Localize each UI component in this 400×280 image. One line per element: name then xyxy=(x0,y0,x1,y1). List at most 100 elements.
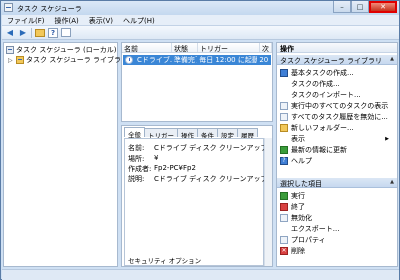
tab-history[interactable]: 履歴 xyxy=(237,128,258,140)
close-button[interactable]: ✕ xyxy=(369,1,397,13)
menu-bar: ファイル(F) 操作(A) 表示(V) ヘルプ(H) xyxy=(2,15,399,26)
action-display-running[interactable]: 実行中のすべてのタスクの表示 xyxy=(280,100,388,111)
action-label: 無効化 xyxy=(291,213,312,222)
blank-icon xyxy=(280,91,288,99)
action-label: タスクの作成... xyxy=(291,79,340,88)
action-delete[interactable]: ✕ 削除 xyxy=(280,245,305,256)
task-list-header: 名前 状態 トリガー 次 xyxy=(122,43,272,53)
action-run[interactable]: 実行 xyxy=(280,190,305,201)
table-row[interactable]: Cドライブ... 準備完了 毎日 12:00 に起動 20 xyxy=(123,55,271,65)
field-value: Fp2-PC¥Fp2 xyxy=(154,164,196,172)
column-name[interactable]: 名前 xyxy=(122,43,172,52)
back-arrow-icon[interactable]: ◀ xyxy=(5,28,15,38)
field-label: 説明: xyxy=(128,175,145,183)
field-value[interactable]: Cドライブ ディスク クリーンアップ xyxy=(154,174,268,184)
task-name: Cドライブ... xyxy=(137,56,172,64)
field-name: 名前: Cドライブ ディスク クリーンアップ xyxy=(128,143,268,153)
action-disable[interactable]: 無効化 xyxy=(280,212,312,223)
task-status: 準備完了 xyxy=(173,56,197,64)
action-disable-history[interactable]: すべてのタスク履歴を無効に... xyxy=(280,111,388,122)
status-bar xyxy=(2,269,399,280)
action-label: タスクのインポート... xyxy=(291,90,361,99)
new-folder-icon xyxy=(280,123,288,132)
action-view[interactable]: 表示 ▶ xyxy=(280,133,395,144)
action-label: 実行中のすべてのタスクの表示 xyxy=(291,101,389,110)
details-tabs: 全般 トリガー 操作 条件 設定 履歴 xyxy=(124,127,258,140)
refresh-icon xyxy=(280,145,288,154)
blank-icon xyxy=(280,135,288,143)
tree-root-label: タスク スケジューラ (ローカル) xyxy=(16,46,117,54)
field-value: ¥ xyxy=(154,154,159,162)
forward-arrow-icon[interactable]: ▶ xyxy=(18,28,28,38)
action-label: 新しいフォルダー... xyxy=(291,123,354,132)
menu-action[interactable]: 操作(A) xyxy=(50,15,84,25)
folder-icon xyxy=(16,56,24,64)
general-tab-body: 名前: Cドライブ ディスク クリーンアップ 場所: ¥ 作成者: Fp2-PC… xyxy=(124,138,268,266)
tree-library-label: タスク スケジューラ ライブラリ xyxy=(26,56,128,64)
maximize-button[interactable]: □ xyxy=(351,1,369,13)
action-export[interactable]: エクスポート... xyxy=(280,223,339,234)
window-controls: – □ ✕ xyxy=(333,1,397,13)
column-trigger[interactable]: トリガー xyxy=(198,43,260,52)
action-refresh[interactable]: 最新の情報に更新 xyxy=(280,144,347,155)
column-status[interactable]: 状態 xyxy=(172,43,198,52)
action-label: 表示 xyxy=(291,134,305,143)
field-label: 作成者: xyxy=(128,165,152,173)
toolbar: ◀ ▶ ? xyxy=(2,26,399,40)
section-selected-header[interactable]: 選択した項目 xyxy=(277,178,397,188)
tab-settings[interactable]: 設定 xyxy=(217,128,238,140)
actions-pane: 操作 タスク スケジューラ ライブラリ 基本タスクの作成... タスクの作成..… xyxy=(276,42,398,267)
menu-help[interactable]: ヘルプ(H) xyxy=(118,15,160,25)
action-properties[interactable]: プロパティ xyxy=(280,234,326,245)
minimize-button[interactable]: – xyxy=(333,1,351,13)
details-scrollbar[interactable] xyxy=(264,138,272,266)
task-scheduler-window: タスク スケジューラ – □ ✕ ファイル(F) 操作(A) 表示(V) ヘルプ… xyxy=(0,0,400,280)
section-library-header[interactable]: タスク スケジューラ ライブラリ xyxy=(277,55,397,65)
field-label: 名前: xyxy=(128,144,145,152)
field-value[interactable]: Cドライブ ディスク クリーンアップ xyxy=(154,143,268,153)
action-help[interactable]: ? ヘルプ xyxy=(280,155,312,166)
action-new-folder[interactable]: 新しいフォルダー... xyxy=(280,122,354,133)
title-bar: タスク スケジューラ – □ ✕ xyxy=(1,1,399,15)
tab-triggers[interactable]: トリガー xyxy=(144,128,178,140)
folder-icon[interactable] xyxy=(35,28,45,37)
help-icon[interactable]: ? xyxy=(48,27,58,38)
task-details-pane: 全般 トリガー 操作 条件 設定 履歴 名前: Cドライブ ディスク クリーンア… xyxy=(121,125,273,267)
action-label: エクスポート... xyxy=(291,224,340,233)
expand-arrow-icon[interactable]: ▷ xyxy=(8,57,14,64)
help-icon: ? xyxy=(280,156,288,165)
menu-file[interactable]: ファイル(F) xyxy=(2,15,50,25)
action-create-basic-task[interactable]: 基本タスクの作成... xyxy=(280,67,354,78)
action-import-task[interactable]: タスクのインポート... xyxy=(280,89,361,100)
tab-actions[interactable]: 操作 xyxy=(177,128,198,140)
submenu-arrow-icon: ▶ xyxy=(385,135,389,142)
actions-title: 操作 xyxy=(277,43,397,53)
history-icon xyxy=(280,112,288,121)
action-label: すべてのタスク履歴を無効に... xyxy=(291,112,388,121)
security-options-label: セキュリティ オプション xyxy=(128,257,202,265)
action-label: プロパティ xyxy=(291,235,326,244)
menu-view[interactable]: 表示(V) xyxy=(84,15,118,25)
tab-conditions[interactable]: 条件 xyxy=(197,128,218,140)
field-location: 場所: ¥ xyxy=(128,154,158,164)
window-title: タスク スケジューラ xyxy=(17,5,82,13)
tab-general[interactable]: 全般 xyxy=(124,127,145,139)
app-icon xyxy=(4,3,13,12)
tree-item-library[interactable]: ▷ タスク スケジューラ ライブラリ xyxy=(8,55,128,65)
action-create-task[interactable]: タスクの作成... xyxy=(280,78,340,89)
running-tasks-icon xyxy=(280,101,288,110)
column-next[interactable]: 次 xyxy=(260,43,272,52)
action-label: 終了 xyxy=(291,202,305,211)
task-clock-icon xyxy=(125,56,133,64)
action-label: 実行 xyxy=(291,191,305,200)
end-icon xyxy=(280,202,288,211)
tree-item-root[interactable]: タスク スケジューラ (ローカル) xyxy=(6,45,116,55)
panel-icon[interactable] xyxy=(61,28,71,37)
task-next-run: 20 xyxy=(259,56,269,64)
delete-icon: ✕ xyxy=(280,246,288,255)
action-label: 削除 xyxy=(291,246,305,255)
action-label: 最新の情報に更新 xyxy=(291,145,347,154)
action-end[interactable]: 終了 xyxy=(280,201,305,212)
action-label: ヘルプ xyxy=(291,156,312,165)
field-author: 作成者: Fp2-PC¥Fp2 xyxy=(128,164,196,174)
